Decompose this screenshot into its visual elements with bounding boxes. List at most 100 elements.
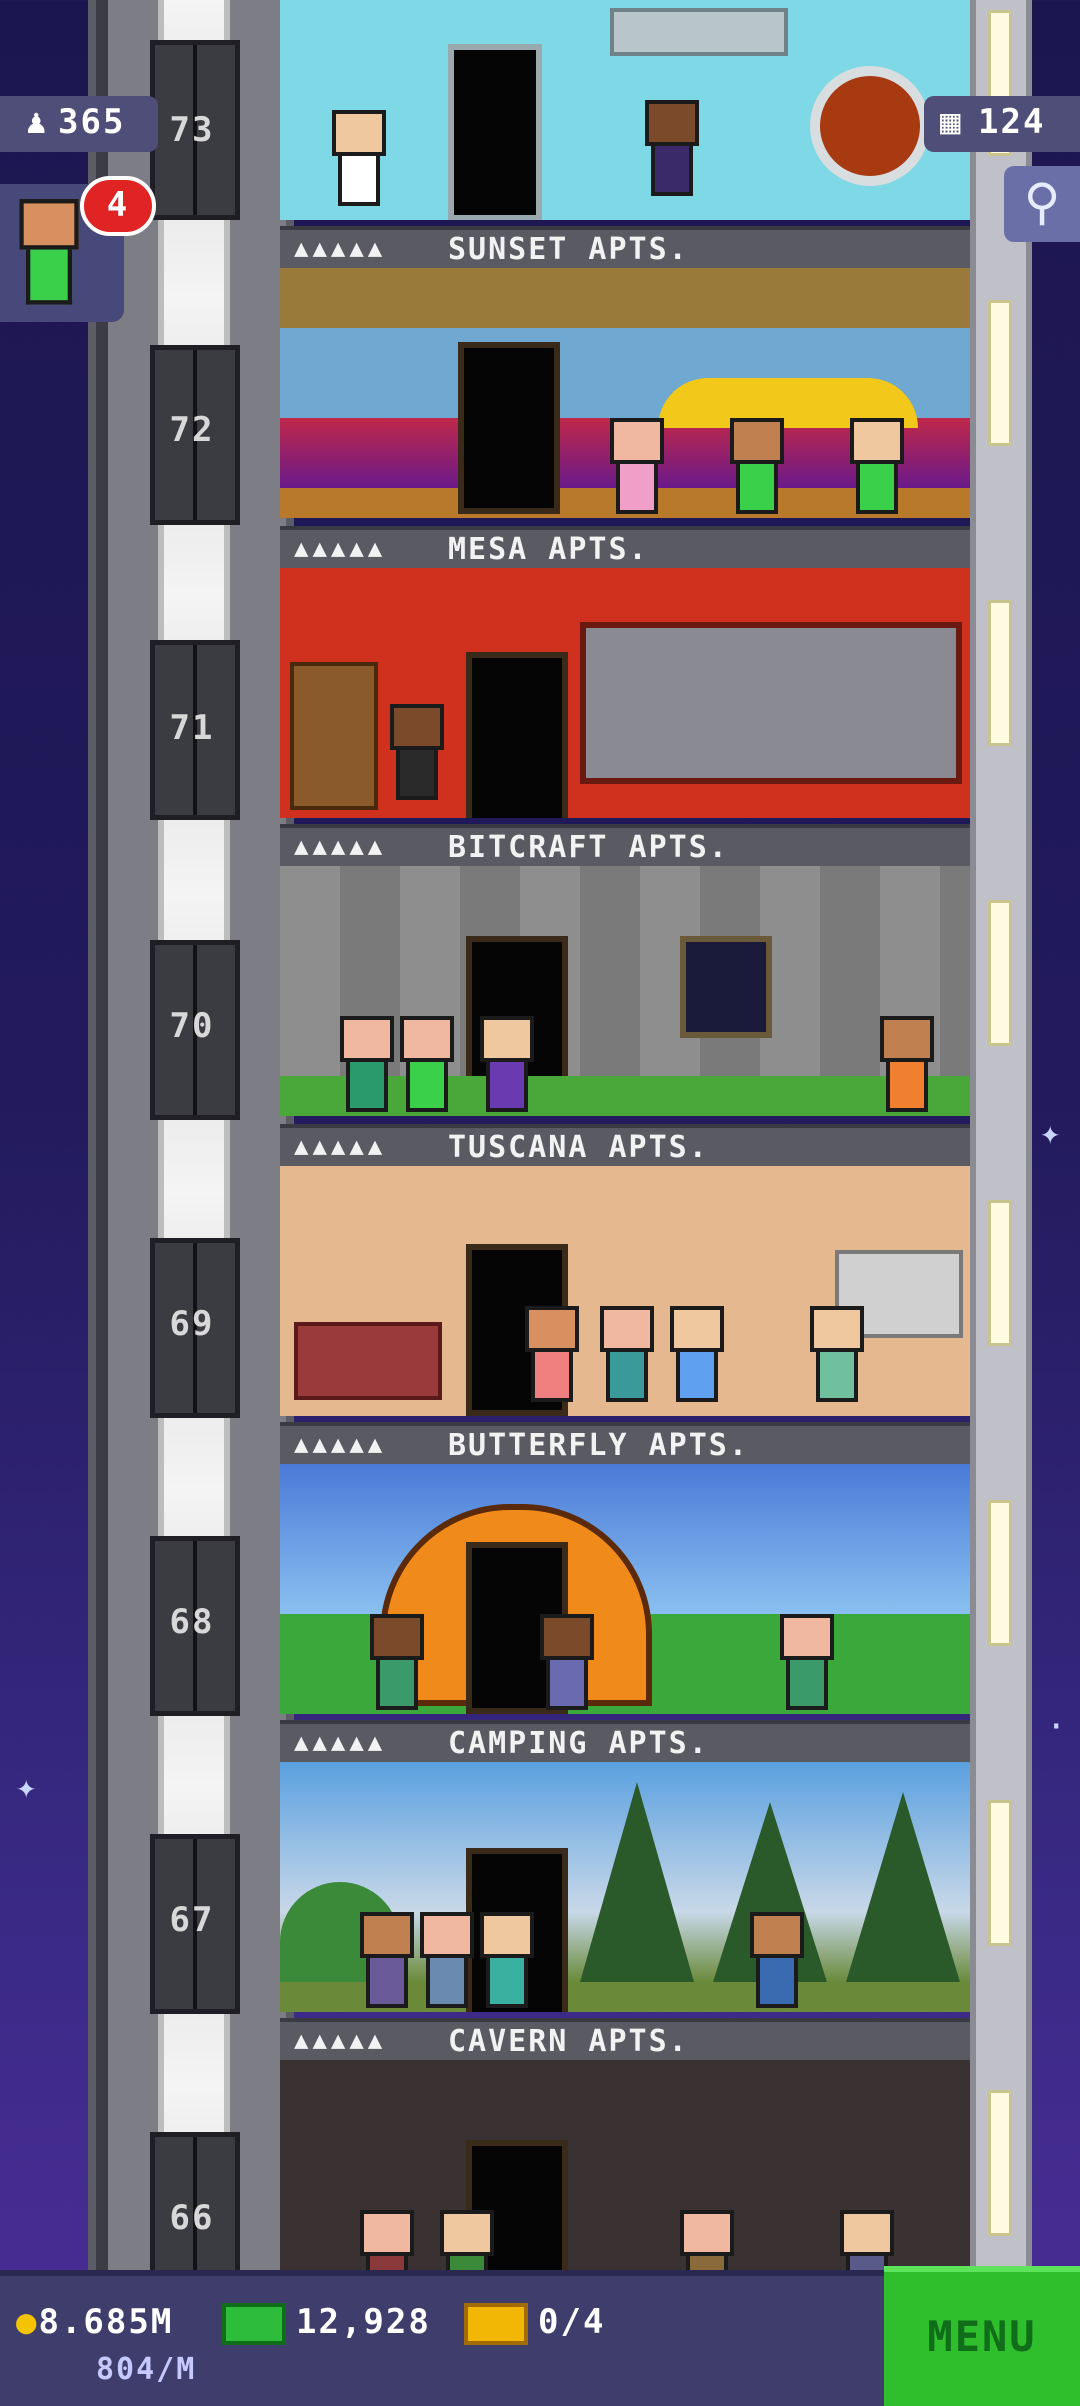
bux-icon [222,2302,286,2345]
floor-room[interactable] [280,1464,970,1714]
floor-room[interactable] [280,1166,970,1416]
resident [370,1614,424,1714]
star: ✦ [1040,1113,1061,1153]
population-value: 365 [58,102,126,142]
resident [850,418,904,518]
floor-room[interactable] [280,1762,970,2012]
rating-stars: ▲▲▲▲▲ [294,1132,387,1160]
floor-number: 68 [169,1602,215,1642]
floor-number: 69 [169,1304,215,1344]
floor-sign: ▲▲▲▲▲ TUSCANA APTS. [280,1124,970,1170]
floor-name: SUNSET APTS. [448,232,689,267]
resident [340,1016,394,1116]
floor-name: CAVERN APTS. [448,2024,689,2059]
floor-room[interactable] [280,866,970,1116]
floor-room[interactable] [280,2060,970,2270]
floor-number: 72 [169,410,215,450]
floor-room[interactable] [280,568,970,818]
tickets-counter[interactable]: 0/4 [464,2302,605,2345]
floor-number: 66 [169,2198,215,2238]
coins-value: 8.685M [38,2302,174,2342]
porthole [810,66,930,186]
star: · [1046,1707,1067,1747]
floor-room[interactable] [280,0,970,220]
hull-plate [610,8,788,56]
floor-name: TUSCANA APTS. [448,1130,709,1165]
floor-sign: ▲▲▲▲▲ CAMPING APTS. [280,1720,970,1766]
rating-stars: ▲▲▲▲▲ [294,534,387,562]
rating-stars: ▲▲▲▲▲ [294,832,387,860]
resident [540,1614,594,1714]
room-door [466,652,568,818]
resident [645,100,699,200]
resident [810,1306,864,1406]
resident [610,418,664,518]
resident [360,1912,414,2012]
starry-window [680,936,772,1038]
floor-number: 70 [169,1006,215,1046]
notification-badge: 4 [80,176,156,236]
bookshelf [290,662,378,810]
resident [360,2210,414,2270]
resident [440,2210,494,2270]
ticket-icon [464,2302,528,2345]
tickets-value: 0/4 [538,2302,606,2342]
floors-counter[interactable]: ▦ 124 [924,96,1080,152]
resident [680,2210,734,2270]
resident [400,1016,454,1116]
floor-name: MESA APTS. [448,532,649,567]
window [580,622,962,784]
person-icon: ♟ [26,102,49,142]
resident [750,1912,804,2012]
menu-button[interactable]: MENU [884,2266,1080,2406]
floors-value: 124 [978,102,1046,142]
floor-sign: ▲▲▲▲▲ CAVERN APTS. [280,2018,970,2064]
room-door [448,44,542,220]
bux-counter[interactable]: 12,928 [222,2302,431,2345]
coins-counter[interactable]: ●8.685M [16,2302,173,2342]
search-button[interactable]: ⚲ [1004,166,1080,242]
floor-sign: ▲▲▲▲▲ BITCRAFT APTS. [280,824,970,870]
floor-sign: ▲▲▲▲▲ MESA APTS. [280,526,970,572]
floor-number: 71 [169,708,215,748]
floor-room[interactable] [280,268,970,518]
building-icon: ▦ [940,102,963,142]
rating-stars: ▲▲▲▲▲ [294,1430,387,1458]
light-strip [988,1800,1012,1946]
visitor-avatar [19,199,79,309]
resident [480,1016,534,1116]
resident [420,1912,474,2012]
resident [670,1306,724,1406]
light-strip [988,1200,1012,1346]
star: ✦ [16,1767,37,1807]
light-strip [988,1500,1012,1646]
population-counter[interactable]: ♟ 365 [0,96,158,152]
light-strip [988,600,1012,746]
resident [480,1912,534,2012]
resident [780,1614,834,1714]
floor-name: CAMPING APTS. [448,1726,709,1761]
floor-number: 73 [169,110,215,150]
light-strip [988,900,1012,1046]
resident [730,418,784,518]
resident [332,110,386,210]
floor-sign: ▲▲▲▲▲ SUNSET APTS. [280,226,970,272]
sofa [294,1322,442,1400]
bux-value: 12,928 [296,2302,431,2342]
resident [880,1016,934,1116]
rating-stars: ▲▲▲▲▲ [294,2026,387,2054]
resident [525,1306,579,1406]
resident [390,704,444,804]
floor-name: BITCRAFT APTS. [448,830,729,865]
resident [600,1306,654,1406]
floor-name: BUTTERFLY APTS. [448,1428,749,1463]
floor-sign: ▲▲▲▲▲ BUTTERFLY APTS. [280,1422,970,1468]
tower-pillar [970,0,1032,2270]
coin-rate: 804/M [96,2352,197,2387]
coin-icon: ● [16,2302,39,2342]
room-door [458,342,560,514]
magnifier-icon: ⚲ [1023,173,1061,231]
light-strip [988,2090,1012,2236]
rating-stars: ▲▲▲▲▲ [294,1728,387,1756]
light-strip [988,300,1012,446]
